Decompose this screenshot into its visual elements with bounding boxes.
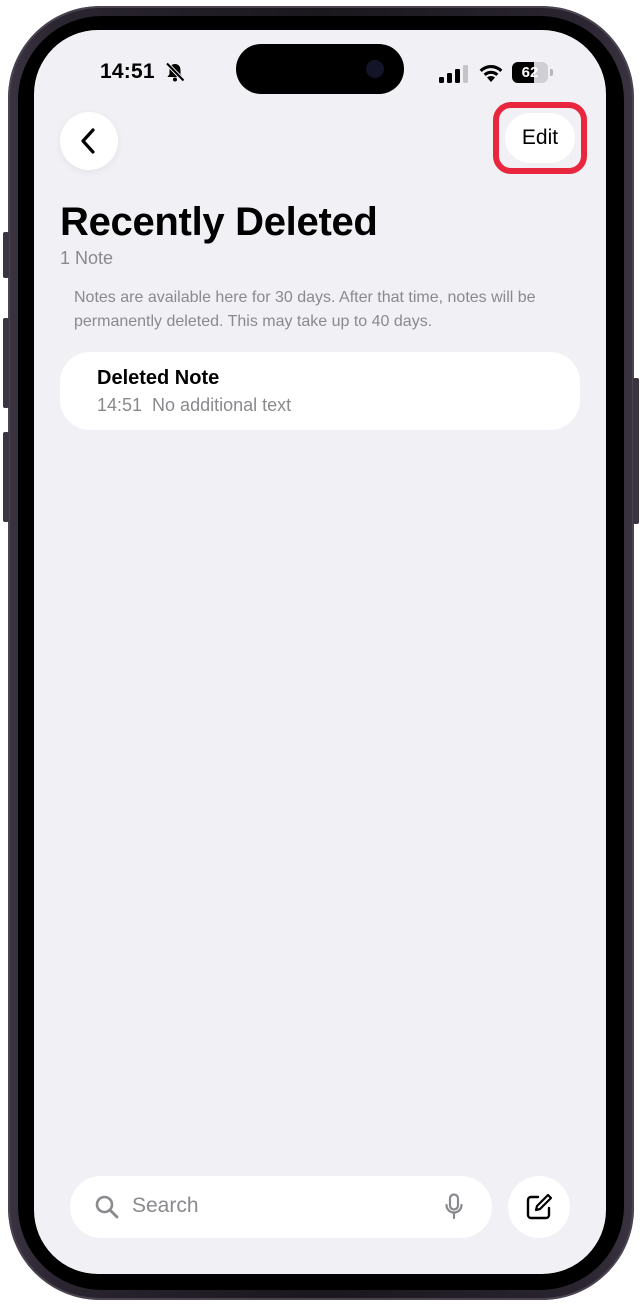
action-button [3, 232, 9, 278]
note-count: 1 Note [60, 248, 114, 268]
bell-slash-icon [165, 62, 185, 82]
note-preview: No additional text [152, 395, 292, 415]
volume-up-button [3, 318, 9, 408]
note-title: Deleted Note [97, 367, 220, 389]
cellular-signal-icon [439, 65, 468, 83]
note-time: 14:51 [97, 395, 143, 415]
battery-percent: 62 [521, 64, 539, 81]
dynamic-island [236, 44, 404, 94]
chevron-left-icon [81, 128, 95, 154]
volume-down-button [3, 432, 9, 522]
search-placeholder: Search [132, 1194, 199, 1217]
page-title: Recently Deleted [60, 200, 378, 244]
back-button[interactable] [60, 112, 118, 170]
edit-button[interactable]: Edit [505, 113, 575, 163]
front-camera [366, 60, 384, 78]
power-button [633, 378, 639, 524]
compose-button[interactable] [508, 1176, 570, 1238]
screen: 14:51 62 Edit Recently Deleted 1 Note No… [34, 30, 606, 1274]
battery-tip [550, 69, 553, 76]
retention-info-text: Notes are available here for 30 days. Af… [74, 289, 536, 330]
note-list-item[interactable]: Deleted Note 14:51 No additional text [60, 352, 580, 430]
search-field[interactable]: Search [70, 1176, 492, 1238]
status-time: 14:51 [100, 60, 155, 83]
battery-body: 62 [512, 62, 548, 83]
screenshot-stage: 14:51 62 Edit Recently Deleted 1 Note No… [0, 0, 642, 1305]
wifi-icon [479, 65, 503, 82]
battery-icon: 62 [512, 62, 554, 83]
microphone-icon[interactable] [444, 1193, 464, 1221]
compose-icon [526, 1193, 553, 1220]
note-meta: 14:51 No additional text [97, 395, 291, 416]
magnifying-glass-icon [95, 1195, 119, 1219]
